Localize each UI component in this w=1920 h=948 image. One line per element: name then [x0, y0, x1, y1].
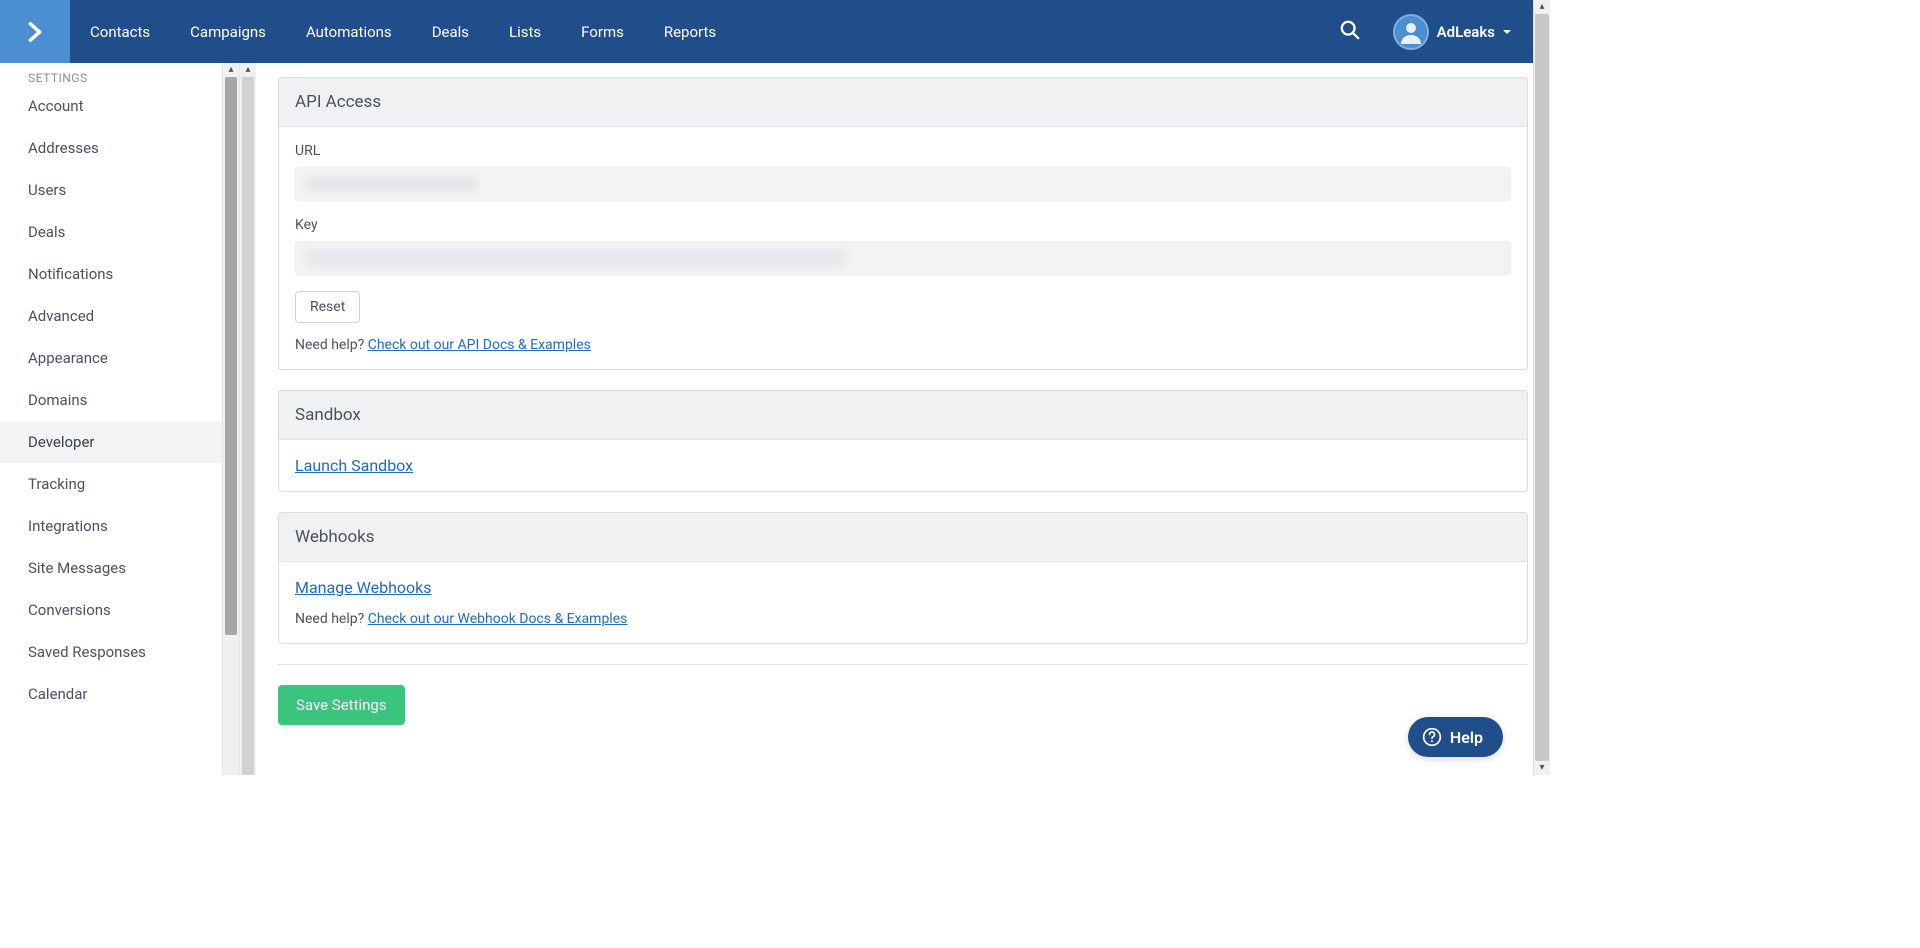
api-help-row: Need help? Check out our API Docs & Exam… [295, 337, 1511, 353]
webhook-docs-link[interactable]: Check out our Webhook Docs & Examples [368, 611, 628, 627]
api-url-input[interactable] [295, 167, 1511, 201]
logo[interactable] [0, 0, 70, 63]
user-dropdown[interactable]: AdLeaks [1437, 23, 1513, 41]
sidebar-item-users[interactable]: Users [0, 169, 222, 211]
scroll-up-icon[interactable]: ▴ [245, 63, 250, 77]
sidebar-item-addresses[interactable]: Addresses [0, 127, 222, 169]
panel-sandbox: Sandbox Launch Sandbox [278, 390, 1528, 492]
nav-reports[interactable]: Reports [644, 0, 736, 63]
help-prefix: Need help? [295, 611, 368, 627]
sidebar-item-site-messages[interactable]: Site Messages [0, 547, 222, 589]
url-label: URL [295, 143, 1511, 159]
panel-title-webhooks: Webhooks [279, 513, 1527, 562]
sidebar-item-advanced[interactable]: Advanced [0, 295, 222, 337]
save-settings-button[interactable]: Save Settings [278, 685, 405, 725]
main-content: API Access URL Key Reset Need help? Chec… [222, 63, 1533, 775]
manage-webhooks-link[interactable]: Manage Webhooks [295, 578, 432, 597]
key-label: Key [295, 217, 1511, 233]
panel-title-api: API Access [279, 78, 1527, 127]
sidebar: SETTINGS Account Addresses Users Deals N… [0, 63, 222, 775]
sidebar-item-notifications[interactable]: Notifications [0, 253, 222, 295]
panel-title-sandbox: Sandbox [279, 391, 1527, 440]
search-icon [1339, 19, 1361, 41]
nav-automations[interactable]: Automations [286, 0, 412, 63]
reset-button[interactable]: Reset [295, 291, 360, 323]
sidebar-item-developer[interactable]: Developer [0, 421, 222, 463]
nav-campaigns[interactable]: Campaigns [170, 0, 286, 63]
help-prefix: Need help? [295, 337, 368, 353]
search-button[interactable] [1319, 19, 1381, 45]
help-icon [1422, 727, 1442, 747]
launch-sandbox-link[interactable]: Launch Sandbox [295, 456, 413, 475]
nav-contacts[interactable]: Contacts [70, 0, 170, 63]
sidebar-item-calendar[interactable]: Calendar [0, 673, 222, 715]
nav-items: Contacts Campaigns Automations Deals Lis… [70, 0, 736, 63]
divider [278, 664, 1528, 665]
nav-lists[interactable]: Lists [489, 0, 561, 63]
sidebar-item-appearance[interactable]: Appearance [0, 337, 222, 379]
sidebar-header: SETTINGS [0, 63, 222, 85]
sidebar-item-integrations[interactable]: Integrations [0, 505, 222, 547]
api-docs-link[interactable]: Check out our API Docs & Examples [368, 337, 591, 353]
sidebar-item-domains[interactable]: Domains [0, 379, 222, 421]
help-fab-label: Help [1450, 728, 1483, 747]
webhook-help-row: Need help? Check out our Webhook Docs & … [295, 611, 1511, 627]
scroll-down-icon[interactable]: ▾ [1539, 761, 1544, 775]
scroll-up-icon[interactable]: ▴ [228, 63, 233, 77]
sidebar-item-tracking[interactable]: Tracking [0, 463, 222, 505]
help-fab[interactable]: Help [1408, 717, 1503, 757]
sidebar-item-saved-responses[interactable]: Saved Responses [0, 631, 222, 673]
logo-icon [21, 18, 49, 46]
sidebar-scrollbar-outer[interactable]: ▴ [239, 63, 256, 775]
chevron-down-icon [1501, 26, 1513, 38]
scroll-up-icon[interactable]: ▴ [1539, 0, 1544, 14]
panel-api-access: API Access URL Key Reset Need help? Chec… [278, 77, 1528, 370]
avatar-icon [1399, 20, 1423, 44]
nav-deals[interactable]: Deals [412, 0, 489, 63]
sidebar-item-deals[interactable]: Deals [0, 211, 222, 253]
sidebar-scrollbar-inner[interactable]: ▴ [222, 63, 239, 775]
window-scrollbar[interactable]: ▴ ▾ [1533, 0, 1550, 775]
user-name: AdLeaks [1437, 23, 1495, 41]
sidebar-item-account[interactable]: Account [0, 85, 222, 127]
sidebar-item-conversions[interactable]: Conversions [0, 589, 222, 631]
nav-right: AdLeaks [1319, 0, 1533, 63]
avatar[interactable] [1393, 14, 1429, 50]
nav-forms[interactable]: Forms [561, 0, 644, 63]
panel-webhooks: Webhooks Manage Webhooks Need help? Chec… [278, 512, 1528, 644]
api-key-input[interactable] [295, 241, 1511, 275]
top-nav: Contacts Campaigns Automations Deals Lis… [0, 0, 1533, 63]
